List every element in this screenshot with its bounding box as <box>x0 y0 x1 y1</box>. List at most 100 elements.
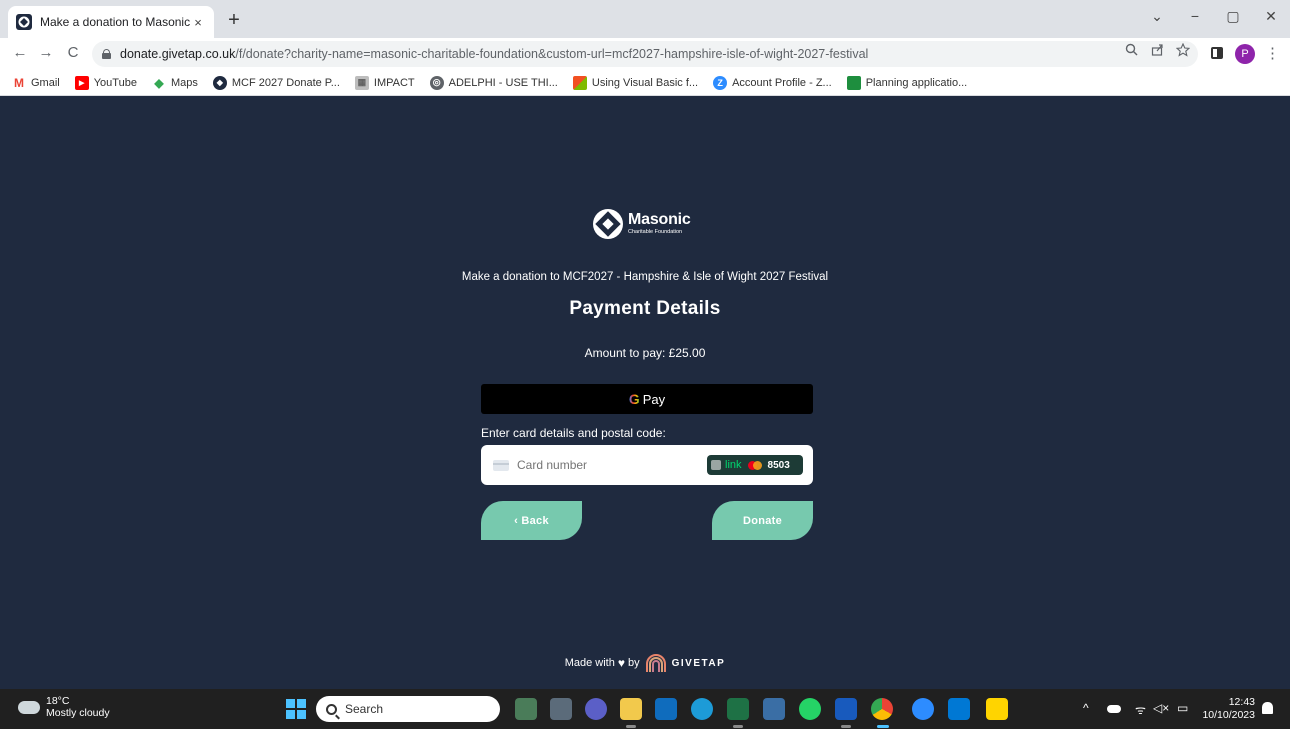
clock-date: 10/10/2023 <box>1202 709 1255 721</box>
browser-tab-bar: Make a donation to Masonic Ch × + ⌄ − ▢ … <box>0 0 1290 38</box>
donate-button[interactable]: Donate <box>712 501 813 540</box>
chrome-icon[interactable] <box>871 698 893 720</box>
microsoft-icon <box>572 75 587 90</box>
taskbar-search-label: Search <box>345 702 384 716</box>
bookmark-maps[interactable]: ◆ Maps <box>151 75 198 90</box>
back-button[interactable]: ‹ Back <box>481 501 582 540</box>
bookmark-planning[interactable]: Planning applicatio... <box>846 75 967 90</box>
bookmark-label: ADELPHI - USE THI... <box>448 76 558 89</box>
page-title: Payment Details <box>569 298 721 319</box>
battery-icon[interactable]: ▭ <box>1177 701 1188 715</box>
browser-tab[interactable]: Make a donation to Masonic Ch × <box>8 6 214 38</box>
card-details-label: Enter card details and postal code: <box>481 426 666 440</box>
weather-temperature: 18°C <box>46 695 70 707</box>
bookmark-youtube[interactable]: ▶ YouTube <box>74 75 137 90</box>
new-tab-button[interactable]: + <box>222 9 246 33</box>
whatsapp-icon[interactable] <box>799 698 821 720</box>
onedrive-icon[interactable] <box>1107 705 1121 713</box>
tab-search-chevron-icon[interactable]: ⌄ <box>1142 8 1172 25</box>
app-icon-pay[interactable] <box>515 698 537 720</box>
task-view-icon[interactable] <box>550 698 572 720</box>
bookmark-star-icon[interactable] <box>1175 42 1191 60</box>
url-path: /f/donate?charity-name=masonic-charitabl… <box>235 47 869 61</box>
planning-icon <box>846 75 861 90</box>
donation-title: Make a donation to MCF2027 - Hampshire &… <box>461 271 829 283</box>
link-square-icon <box>711 460 721 470</box>
taskbar-search[interactable]: Search <box>316 696 500 722</box>
bookmark-label: IMPACT <box>373 76 415 89</box>
share-icon[interactable] <box>1149 43 1165 59</box>
profile-avatar[interactable]: P <box>1235 44 1255 64</box>
word-icon[interactable] <box>835 698 857 720</box>
outlook-icon[interactable] <box>655 698 677 720</box>
zoom-icon[interactable] <box>1123 43 1139 59</box>
tasks-icon[interactable] <box>986 698 1008 720</box>
tab-close-icon[interactable]: × <box>190 15 206 30</box>
google-pay-button[interactable]: G Pay <box>481 384 813 414</box>
forward-arrow-icon[interactable]: → <box>36 44 56 61</box>
card-number-input[interactable] <box>517 458 697 472</box>
bookmark-label: YouTube <box>93 76 137 89</box>
close-window-button[interactable]: ✕ <box>1256 8 1286 25</box>
givetap-logo-icon <box>645 654 666 672</box>
active-indicator <box>877 725 889 728</box>
impact-icon: ▦ <box>354 75 369 90</box>
teams-chat-icon[interactable] <box>585 698 607 720</box>
globe-icon: ◎ <box>429 75 444 90</box>
footer: Made with ♥ by GIVETAP <box>0 653 1290 673</box>
link-wordmark: link <box>725 459 742 471</box>
store-icon[interactable] <box>763 698 785 720</box>
zoom-app-icon[interactable] <box>912 698 934 720</box>
bookmark-account-profile[interactable]: Z Account Profile - Z... <box>713 75 832 90</box>
search-icon <box>326 703 337 715</box>
bookmark-adelphi[interactable]: ◎ ADELPHI - USE THI... <box>429 75 558 90</box>
bookmark-label: Maps <box>170 76 198 89</box>
bookmark-gmail[interactable]: M Gmail <box>12 75 60 90</box>
gpay-label: Pay <box>642 391 666 407</box>
address-bar[interactable]: donate.givetap.co.uk/f/donate?charity-na… <box>92 41 1198 67</box>
cloud-sun-icon <box>18 695 40 714</box>
windows-taskbar: 18°C Mostly cloudy Search ^ ᯤ ◁× ▭ 12:43… <box>0 689 1290 729</box>
minimize-button[interactable]: − <box>1180 8 1210 24</box>
tray-chevron-icon[interactable]: ^ <box>1083 701 1089 715</box>
google-g-icon: G <box>628 391 640 407</box>
side-panel-icon[interactable] <box>1211 47 1223 59</box>
back-arrow-icon[interactable]: ← <box>10 44 30 61</box>
weather-widget[interactable]: 18°C Mostly cloudy <box>18 695 110 719</box>
tab-title: Make a donation to Masonic Ch <box>40 15 190 29</box>
wifi-icon[interactable]: ᯤ <box>1135 701 1146 718</box>
maps-icon: ◆ <box>151 75 166 90</box>
masonic-logo: Masonic Charitable Foundation <box>593 206 713 242</box>
donation-page: Masonic Charitable Foundation Make a don… <box>0 97 1290 689</box>
excel-icon[interactable] <box>727 698 749 720</box>
notification-bell-icon[interactable] <box>1262 702 1273 714</box>
lock-icon <box>102 49 111 59</box>
youtube-icon: ▶ <box>74 75 89 90</box>
bookmark-visual-basic[interactable]: Using Visual Basic f... <box>572 75 699 90</box>
card-details-field[interactable]: link 8503 <box>481 445 813 485</box>
givetap-wordmark: GIVETAP <box>671 657 726 669</box>
credit-card-icon <box>493 459 509 471</box>
reload-icon[interactable]: C <box>63 44 83 61</box>
mastercard-icon <box>747 460 762 470</box>
calculator-icon[interactable] <box>948 698 970 720</box>
bookmark-label: MCF 2027 Donate P... <box>231 76 340 89</box>
restore-button[interactable]: ▢ <box>1218 8 1248 25</box>
windows-start-icon[interactable] <box>286 699 306 719</box>
bookmark-label: Using Visual Basic f... <box>591 76 699 89</box>
file-explorer-icon[interactable] <box>620 698 642 720</box>
bookmark-mcf-donate[interactable]: ◆ MCF 2027 Donate P... <box>212 75 340 90</box>
bookmark-label: Gmail <box>31 76 60 89</box>
saved-card-last4: 8503 <box>767 459 790 471</box>
logo-name: Masonic <box>628 211 691 229</box>
volume-muted-icon[interactable]: ◁× <box>1153 701 1169 715</box>
clock[interactable]: 12:43 10/10/2023 <box>1201 696 1255 722</box>
masonic-favicon-icon <box>16 14 32 30</box>
menu-kebab-icon[interactable]: ⋮ <box>1265 44 1280 62</box>
amount-to-pay: Amount to pay: £25.00 <box>584 346 706 360</box>
bookmark-impact[interactable]: ▦ IMPACT <box>354 75 415 90</box>
edge-icon[interactable] <box>691 698 713 720</box>
link-autofill-badge[interactable]: link 8503 <box>707 455 803 475</box>
footer-made-with: Made with <box>564 657 615 669</box>
active-indicator <box>733 725 743 728</box>
